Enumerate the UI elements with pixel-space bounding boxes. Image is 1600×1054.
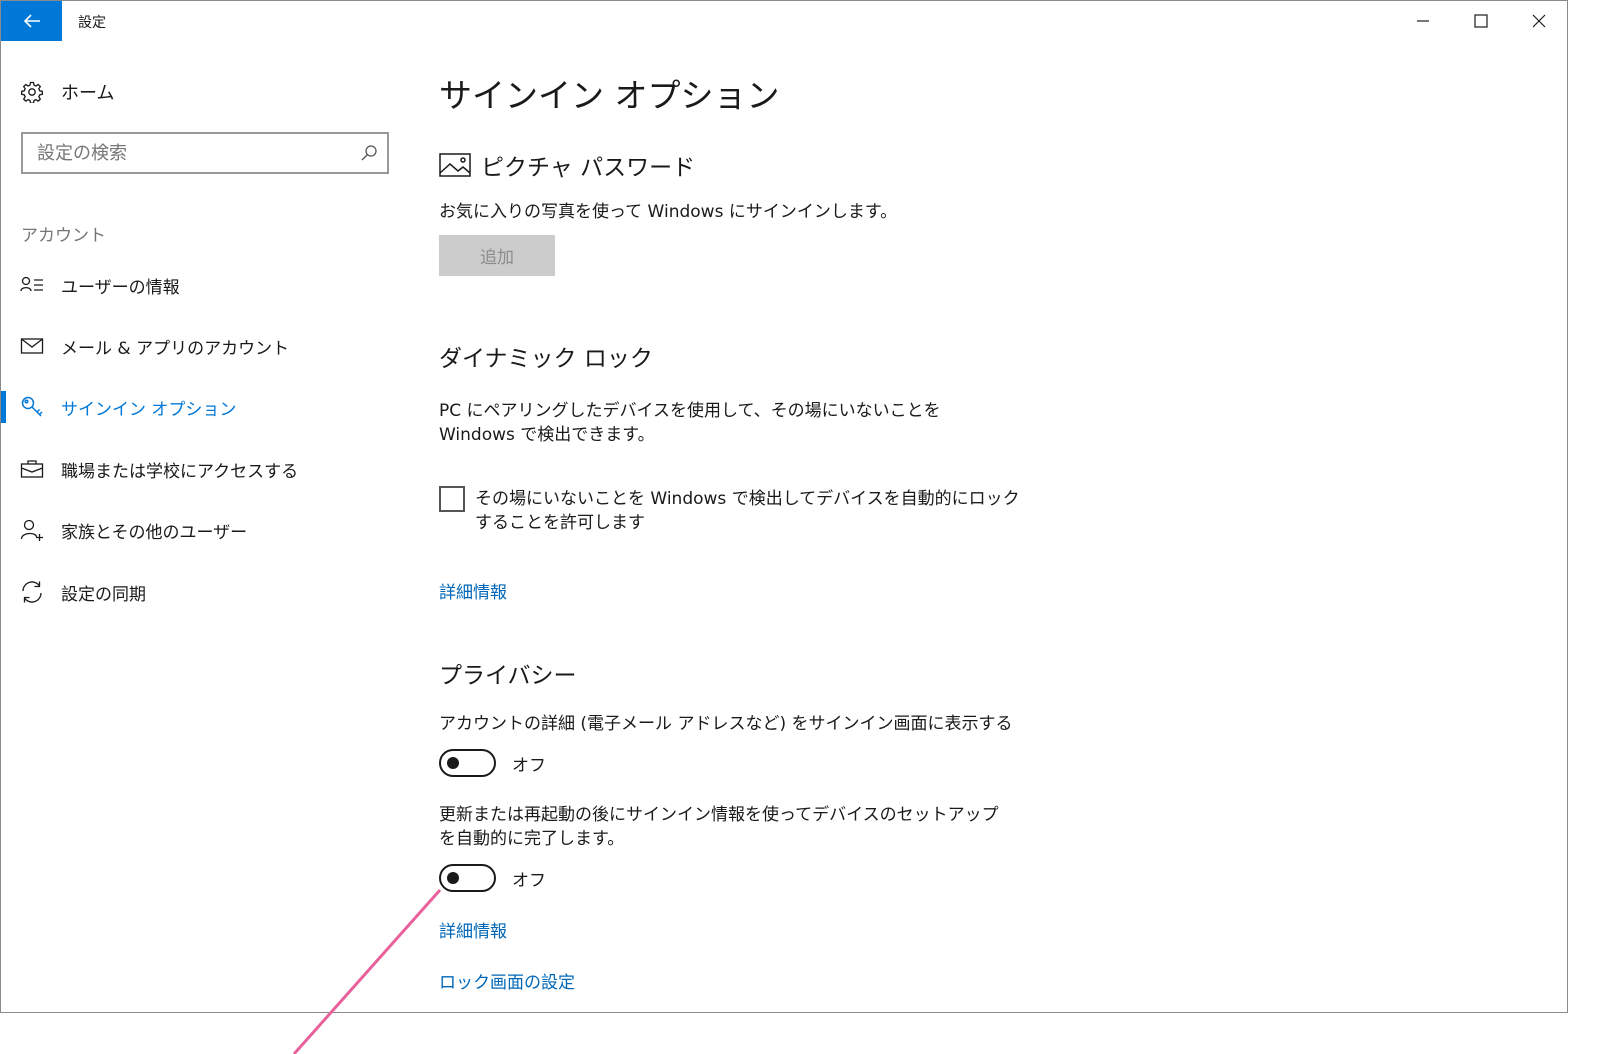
- briefcase-icon: [20, 457, 44, 481]
- user-info-icon: [20, 273, 44, 297]
- sidebar-item-label: ユーザーの情報: [61, 277, 180, 298]
- close-icon: [1532, 14, 1546, 28]
- sidebar-item-label: メール & アプリのアカウント: [61, 338, 290, 359]
- sidebar-item-sign-in-options[interactable]: サインイン オプション: [1, 385, 401, 429]
- privacy-setting1-toggle-row: オフ: [439, 749, 546, 777]
- search-icon[interactable]: [359, 143, 379, 163]
- maximize-button[interactable]: [1452, 1, 1510, 41]
- add-person-icon: [20, 518, 44, 542]
- sidebar-item-email-accounts[interactable]: メール & アプリのアカウント: [1, 324, 401, 368]
- dynamic-lock-option: その場にいないことを Windows で検出してデバイスを自動的にロックすること…: [439, 486, 1029, 535]
- active-indicator: [1, 391, 6, 423]
- dynamic-lock-heading: ダイナミック ロック: [439, 346, 653, 372]
- maximize-icon: [1474, 14, 1488, 28]
- toggle-state-label: オフ: [512, 755, 546, 776]
- picture-password-heading: ピクチャ パスワード: [439, 148, 695, 182]
- mail-icon: [20, 334, 44, 358]
- sidebar-item-label: 家族とその他のユーザー: [61, 522, 248, 543]
- sidebar-item-sync-settings[interactable]: 設定の同期: [1, 570, 401, 614]
- sync-icon: [20, 580, 44, 604]
- settings-window: 設定 ホーム 設定の検索 アカウント ユーザーの情報 メール & アプリのアカウ…: [0, 0, 1568, 1013]
- auto-finish-setup-toggle[interactable]: [439, 864, 496, 892]
- page-title: サインイン オプション: [439, 76, 780, 115]
- search-input[interactable]: [23, 134, 343, 172]
- lock-screen-settings-link[interactable]: ロック画面の設定: [439, 968, 575, 993]
- dynamic-lock-more-info-link[interactable]: 詳細情報: [439, 578, 507, 603]
- home-label: ホーム: [61, 83, 115, 104]
- privacy-setting1-label: アカウントの詳細 (電子メール アドレスなど) をサインイン画面に表示する: [439, 714, 1013, 734]
- minimize-icon: [1417, 20, 1429, 22]
- dynamic-lock-description: PC にペアリングしたデバイスを使用して、その場にいないことを Windows …: [439, 401, 941, 445]
- dynamic-lock-checkbox[interactable]: [439, 486, 465, 512]
- sidebar-item-user-info[interactable]: ユーザーの情報: [1, 263, 401, 307]
- window-title: 設定: [78, 15, 106, 31]
- settings-search[interactable]: [21, 132, 389, 174]
- picture-icon: [439, 153, 471, 177]
- gear-icon: [21, 81, 43, 103]
- privacy-setting2-label: 更新または再起動の後にサインイン情報を使ってデバイスのセットアップを自動的に完了…: [439, 805, 999, 849]
- sidebar-item-family-users[interactable]: 家族とその他のユーザー: [1, 508, 401, 552]
- picture-password-description: お気に入りの写真を使って Windows にサインインします。: [439, 202, 898, 222]
- privacy-setting2-toggle-row: オフ: [439, 864, 546, 892]
- minimize-button[interactable]: [1394, 1, 1452, 41]
- sidebar-item-label: 職場または学校にアクセスする: [61, 461, 299, 482]
- sidebar-item-work-school[interactable]: 職場または学校にアクセスする: [1, 447, 401, 491]
- privacy-more-info-link[interactable]: 詳細情報: [439, 917, 507, 942]
- home-nav[interactable]: ホーム: [21, 79, 114, 105]
- title-bar: 設定: [1, 1, 1567, 41]
- toggle-knob: [447, 872, 459, 884]
- sidebar-item-label: サインイン オプション: [61, 399, 237, 420]
- show-account-details-toggle[interactable]: [439, 749, 496, 777]
- section-label-account: アカウント: [21, 226, 106, 246]
- close-button[interactable]: [1510, 1, 1567, 41]
- picture-password-heading-text: ピクチャ パスワード: [481, 155, 696, 181]
- toggle-knob: [447, 757, 459, 769]
- key-icon: [20, 395, 44, 419]
- privacy-heading: プライバシー: [439, 663, 577, 689]
- sidebar-item-label: 設定の同期: [61, 584, 146, 605]
- back-arrow-icon: [23, 14, 40, 28]
- back-button[interactable]: [1, 1, 62, 41]
- add-picture-password-button[interactable]: 追加: [439, 235, 555, 276]
- dynamic-lock-checkbox-label[interactable]: その場にいないことを Windows で検出してデバイスを自動的にロックすること…: [475, 487, 1025, 535]
- toggle-state-label: オフ: [512, 870, 546, 891]
